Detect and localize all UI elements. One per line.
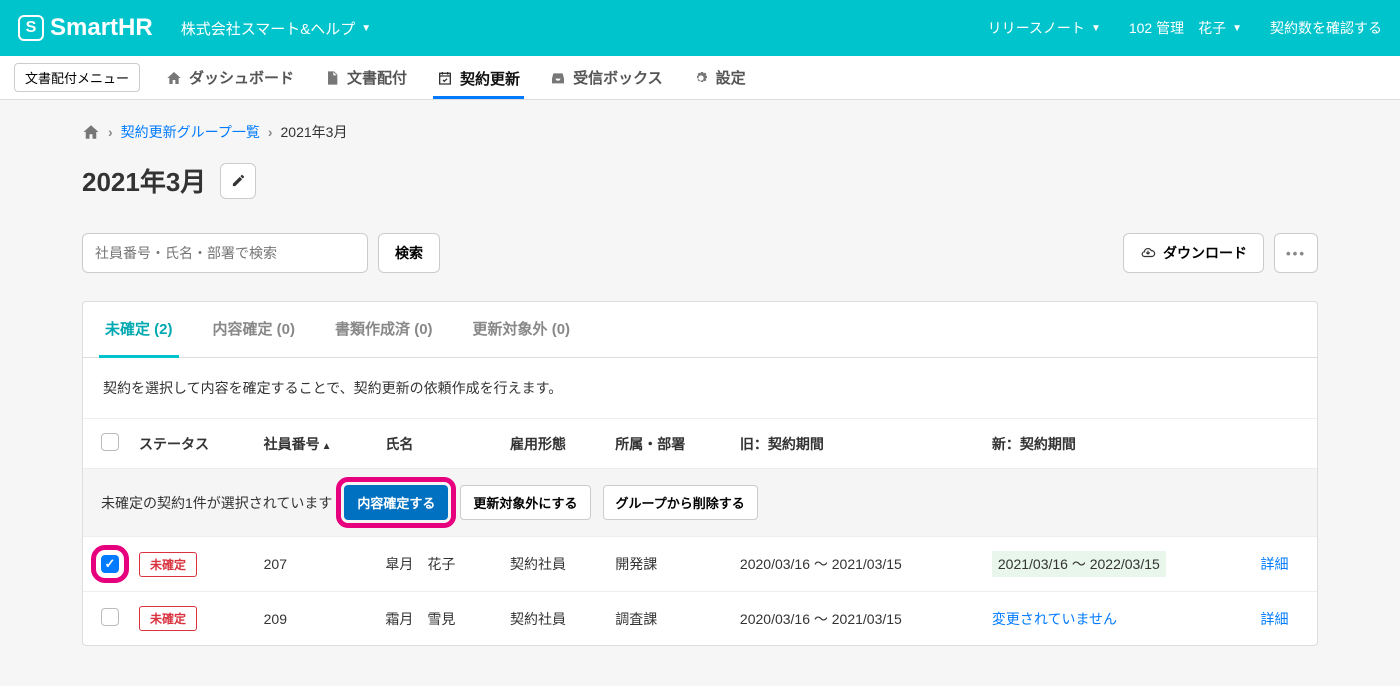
cloud-download-icon [1140, 246, 1156, 260]
caret-down-icon: ▼ [1091, 23, 1101, 34]
col-dept: 所属・部署 [605, 419, 730, 469]
cell-old-term: 2020/03/16 〜 2021/03/15 [730, 537, 982, 592]
remove-from-group-button[interactable]: グループから削除する [603, 485, 758, 520]
ellipsis-icon: ••• [1286, 246, 1306, 261]
menu-label: 設定 [716, 67, 746, 88]
cell-dept: 調査課 [605, 592, 730, 646]
more-button[interactable]: ••• [1274, 233, 1318, 273]
exclude-button[interactable]: 更新対象外にする [460, 485, 590, 520]
download-button[interactable]: ダウンロード [1123, 233, 1264, 273]
top-header: S SmartHR 株式会社スマート&ヘルプ ▼ リリースノート ▼ 102 管… [0, 0, 1400, 56]
contracts-table: ステータス 社員番号▲ 氏名 雇用形態 所属・部署 旧：契約期間 新：契約期間 … [83, 419, 1317, 645]
home-icon [166, 70, 182, 86]
selection-text: 未確定の契約1件が選択されています [101, 493, 332, 513]
chevron-right-icon: › [108, 124, 113, 140]
edit-title-button[interactable] [220, 163, 256, 199]
col-status: ステータス [129, 419, 254, 469]
caret-down-icon: ▼ [1232, 23, 1242, 34]
search-input[interactable] [82, 233, 368, 273]
user-menu[interactable]: 102 管理 花子 ▼ [1129, 18, 1242, 38]
caret-down-icon: ▼ [361, 23, 371, 34]
sort-asc-icon: ▲ [322, 441, 332, 452]
tab-excluded[interactable]: 更新対象外 (0) [467, 302, 577, 357]
row-checkbox[interactable] [101, 608, 119, 626]
menu-label: 受信ボックス [573, 67, 663, 88]
gear-icon [693, 70, 709, 86]
home-icon[interactable] [82, 123, 100, 141]
cell-emp-type: 契約社員 [500, 592, 605, 646]
table-row: ✓ 未確定 207 皐月 花子 契約社員 開発課 2020/03/16 〜 20… [83, 537, 1317, 592]
page-title: 2021年3月 [82, 162, 206, 199]
menu-item-dashboard[interactable]: ダッシュボード [162, 57, 298, 98]
tab-confirmed[interactable]: 内容確定 (0) [207, 302, 302, 357]
menu-dropdown-button[interactable]: 文書配付メニュー [14, 63, 140, 92]
breadcrumb-link[interactable]: 契約更新グループ一覧 [121, 122, 260, 142]
detail-link[interactable]: 詳細 [1260, 611, 1288, 627]
cell-emp-type: 契約社員 [500, 537, 605, 592]
cell-emp-no: 207 [254, 537, 376, 592]
release-notes-label: リリースノート [988, 18, 1085, 38]
select-all-checkbox[interactable] [101, 433, 119, 451]
table-row: 未確定 209 霜月 雪見 契約社員 調査課 2020/03/16 〜 2021… [83, 592, 1317, 646]
row-checkbox[interactable]: ✓ [101, 555, 119, 573]
col-old-term: 旧：契約期間 [730, 419, 982, 469]
cell-name: 霜月 雪見 [375, 592, 500, 646]
document-icon [324, 70, 340, 86]
check-icon: ✓ [105, 556, 116, 572]
cell-old-term: 2020/03/16 〜 2021/03/15 [730, 592, 982, 646]
logo-badge-icon: S [18, 15, 44, 41]
cell-emp-no: 209 [254, 592, 376, 646]
confirm-button[interactable]: 内容確定する [344, 485, 448, 520]
company-name-label: 株式会社スマート&ヘルプ [181, 18, 356, 39]
inbox-icon [550, 70, 566, 86]
status-badge: 未確定 [139, 552, 197, 577]
cell-dept: 開発課 [605, 537, 730, 592]
pencil-icon [231, 173, 246, 188]
company-selector[interactable]: 株式会社スマート&ヘルプ ▼ [181, 18, 371, 39]
menu-label: 契約更新 [460, 68, 520, 89]
col-new-term: 新：契約期間 [982, 419, 1251, 469]
search-button[interactable]: 検索 [378, 233, 440, 273]
logo[interactable]: S SmartHR [18, 14, 153, 42]
detail-link[interactable]: 詳細 [1260, 556, 1288, 572]
menu-label: ダッシュボード [189, 67, 294, 88]
menu-bar: 文書配付メニュー ダッシュボード 文書配付 契約更新 受信ボックス 設定 [0, 56, 1400, 100]
contract-count-label: 契約数を確認する [1270, 18, 1382, 38]
contracts-panel: 未確定 (2) 内容確定 (0) 書類作成済 (0) 更新対象外 (0) 契約を… [82, 301, 1318, 646]
user-name-label: 102 管理 花子 [1129, 18, 1226, 38]
breadcrumb-current: 2021年3月 [281, 122, 348, 142]
cell-name: 皐月 花子 [375, 537, 500, 592]
menu-item-contract-update[interactable]: 契約更新 [433, 58, 524, 99]
calendar-check-icon [437, 70, 453, 86]
col-emp-type: 雇用形態 [500, 419, 605, 469]
breadcrumb: › 契約更新グループ一覧 › 2021年3月 [82, 122, 1318, 142]
tab-pending[interactable]: 未確定 (2) [99, 302, 179, 358]
status-badge: 未確定 [139, 606, 197, 631]
menu-item-distribution[interactable]: 文書配付 [320, 57, 411, 98]
cell-new-term: 2021/03/16 〜 2022/03/15 [992, 551, 1166, 577]
chevron-right-icon: › [268, 124, 273, 140]
menu-item-inbox[interactable]: 受信ボックス [546, 57, 667, 98]
helper-text: 契約を選択して内容を確定することで、契約更新の依頼作成を行えます。 [83, 358, 1317, 419]
menu-item-settings[interactable]: 設定 [689, 57, 750, 98]
menu-label: 文書配付 [347, 67, 407, 88]
download-label: ダウンロード [1163, 243, 1247, 263]
col-name: 氏名 [375, 419, 500, 469]
release-notes-link[interactable]: リリースノート ▼ [988, 18, 1101, 38]
cell-new-term-unchanged: 変更されていません [992, 611, 1117, 627]
contract-count-link[interactable]: 契約数を確認する [1270, 18, 1382, 38]
status-tabs: 未確定 (2) 内容確定 (0) 書類作成済 (0) 更新対象外 (0) [83, 302, 1317, 358]
col-emp-no[interactable]: 社員番号▲ [254, 419, 376, 469]
bulk-action-row: 未確定の契約1件が選択されています 内容確定する 更新対象外にする グループから… [83, 469, 1317, 537]
logo-text: SmartHR [50, 14, 153, 42]
tab-created[interactable]: 書類作成済 (0) [329, 302, 439, 357]
